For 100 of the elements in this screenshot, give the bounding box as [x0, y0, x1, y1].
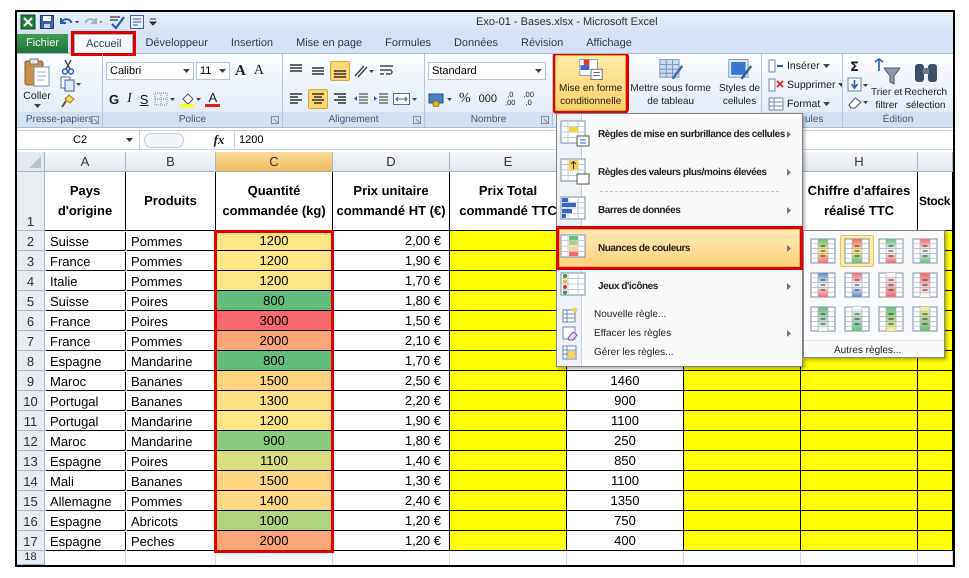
- row-header[interactable]: 18: [17, 551, 45, 565]
- column-header[interactable]: D: [333, 152, 450, 172]
- menu-item[interactable]: Nuances de couleurs: [559, 229, 800, 267]
- table-cell: 1300: [216, 391, 333, 411]
- style-button[interactable]: Styles de cellules: [714, 55, 761, 111]
- table-cell: France: [45, 311, 126, 331]
- highlight-rules-icon: [560, 120, 590, 148]
- row-header[interactable]: 2: [17, 231, 45, 251]
- paste-button[interactable]: Coller: [20, 56, 54, 112]
- row-header[interactable]: 7: [17, 331, 45, 351]
- menu-item[interactable]: Jeux d'icônes: [559, 267, 800, 305]
- table-cell: Espagne: [45, 451, 126, 471]
- autosum-button[interactable]: Σ: [847, 58, 869, 76]
- clear-rules-icon: [562, 326, 578, 342]
- format-button[interactable]: Format: [765, 95, 834, 112]
- insert-button[interactable]: Insérer: [765, 58, 833, 75]
- column-header[interactable]: B: [126, 152, 216, 172]
- font-color-button[interactable]: A: [205, 91, 220, 107]
- table-cell: 1,40 €: [333, 451, 450, 471]
- submenu-arrow-icon: [787, 206, 791, 214]
- fill-down-icon[interactable]: [847, 76, 869, 93]
- bold-button[interactable]: G: [106, 90, 122, 108]
- more-rules-link[interactable]: Autres règles...: [804, 340, 944, 356]
- table-cell: 1,70 €: [333, 351, 450, 371]
- column-header[interactable]: C: [216, 152, 333, 172]
- row-header[interactable]: 8: [17, 351, 45, 371]
- row-header[interactable]: 6: [17, 311, 45, 331]
- caret-icon: [126, 138, 133, 142]
- fill-color-icon[interactable]: [179, 91, 204, 107]
- borders-icon[interactable]: [153, 91, 178, 107]
- text-orientation-icon[interactable]: [352, 63, 376, 79]
- manage-rules-icon: [562, 344, 578, 360]
- find-select-button[interactable]: Recherch sélection: [904, 56, 948, 112]
- column-header[interactable]: H: [801, 152, 918, 172]
- row-header[interactable]: 9: [17, 371, 45, 391]
- form-icon[interactable]: [129, 14, 145, 30]
- row-header[interactable]: 14: [17, 471, 45, 491]
- insert-function-button[interactable]: fx: [212, 132, 226, 148]
- ribbon-tab[interactable]: Mise en page: [285, 34, 374, 53]
- style-button[interactable]: Mettre sous forme de tableau: [626, 55, 715, 111]
- spellcheck-icon[interactable]: [108, 14, 126, 30]
- menu-item[interactable]: Effacer les règles: [559, 324, 800, 343]
- ribbon-tab[interactable]: Insertion: [220, 34, 284, 53]
- name-box[interactable]: C2: [17, 130, 140, 150]
- ribbon-tab[interactable]: Formules: [374, 34, 442, 53]
- table-cell: 1500: [216, 471, 333, 491]
- row-header[interactable]: 1: [17, 172, 45, 231]
- ribbon-tab[interactable]: Développeur: [134, 34, 219, 53]
- table-cell: Allemagne: [45, 491, 126, 511]
- align-center-icon[interactable]: [308, 89, 328, 109]
- table-cell: Espagne: [45, 351, 126, 371]
- scissors-icon[interactable]: [60, 58, 76, 75]
- thousands-button[interactable]: 000: [476, 90, 500, 108]
- save-icon[interactable]: [39, 14, 55, 30]
- submenu-arrow-icon: [787, 330, 791, 337]
- grow-font-button[interactable]: A: [232, 62, 249, 80]
- percent-button[interactable]: %: [456, 90, 474, 108]
- row-header[interactable]: 10: [17, 391, 45, 411]
- currency-icon[interactable]: [428, 91, 454, 107]
- row-header[interactable]: 12: [17, 431, 45, 451]
- formula-handle[interactable]: [144, 132, 184, 148]
- row-header[interactable]: 15: [17, 491, 45, 511]
- italic-button[interactable]: I: [124, 90, 135, 108]
- row-header[interactable]: 13: [17, 451, 45, 471]
- format-cells-icon: [768, 96, 784, 111]
- menu-item[interactable]: Nouvelle règle...: [559, 305, 800, 324]
- ribbon-tab[interactable]: Fichier: [17, 34, 68, 53]
- table-cell: Italie: [45, 271, 126, 291]
- row-header[interactable]: 16: [17, 511, 45, 531]
- delete-button[interactable]: Supprimer: [765, 76, 842, 94]
- column-header[interactable]: A: [45, 152, 126, 172]
- number-format-dropdown[interactable]: Standard: [428, 62, 546, 80]
- paintbrush-icon[interactable]: [60, 93, 76, 110]
- style-button[interactable]: Mise en forme conditionnelle: [555, 55, 626, 111]
- merge-center-icon[interactable]: [392, 91, 418, 107]
- table-cell: Maroc: [45, 431, 126, 451]
- font-name-dropdown[interactable]: Calibri: [106, 62, 194, 80]
- row-header[interactable]: 4: [17, 271, 45, 291]
- row-header[interactable]: 17: [17, 531, 45, 551]
- underline-button[interactable]: S: [136, 90, 152, 108]
- ribbon-tab[interactable]: Accueil: [74, 34, 134, 53]
- copy-icon[interactable]: [60, 76, 82, 92]
- font-size-dropdown[interactable]: 11: [196, 62, 230, 80]
- table-cell: Suisse: [45, 291, 126, 311]
- submenu-arrow-icon: [787, 282, 791, 290]
- ribbon-tab[interactable]: Révision: [510, 34, 574, 53]
- menu-item[interactable]: Gérer les règles...: [559, 343, 800, 362]
- menu-item[interactable]: Règles de mise en surbrillance des cellules: [559, 115, 800, 153]
- sort-filter-button[interactable]: Trier et filtrer: [871, 56, 902, 112]
- row-header[interactable]: 3: [17, 251, 45, 271]
- ribbon-tab[interactable]: Affichage: [575, 34, 643, 53]
- ribbon-tab[interactable]: Données: [442, 34, 509, 53]
- row-header[interactable]: 5: [17, 291, 45, 311]
- top-rules-icon: [560, 158, 590, 186]
- group-label: Édition: [882, 114, 914, 125]
- align-bottom-icon[interactable]: [330, 61, 350, 81]
- table-cell: 1,20 €: [333, 511, 450, 531]
- color-scale-swatch[interactable]: [840, 235, 874, 267]
- row-header[interactable]: 11: [17, 411, 45, 431]
- shrink-font-button[interactable]: A: [250, 62, 267, 80]
